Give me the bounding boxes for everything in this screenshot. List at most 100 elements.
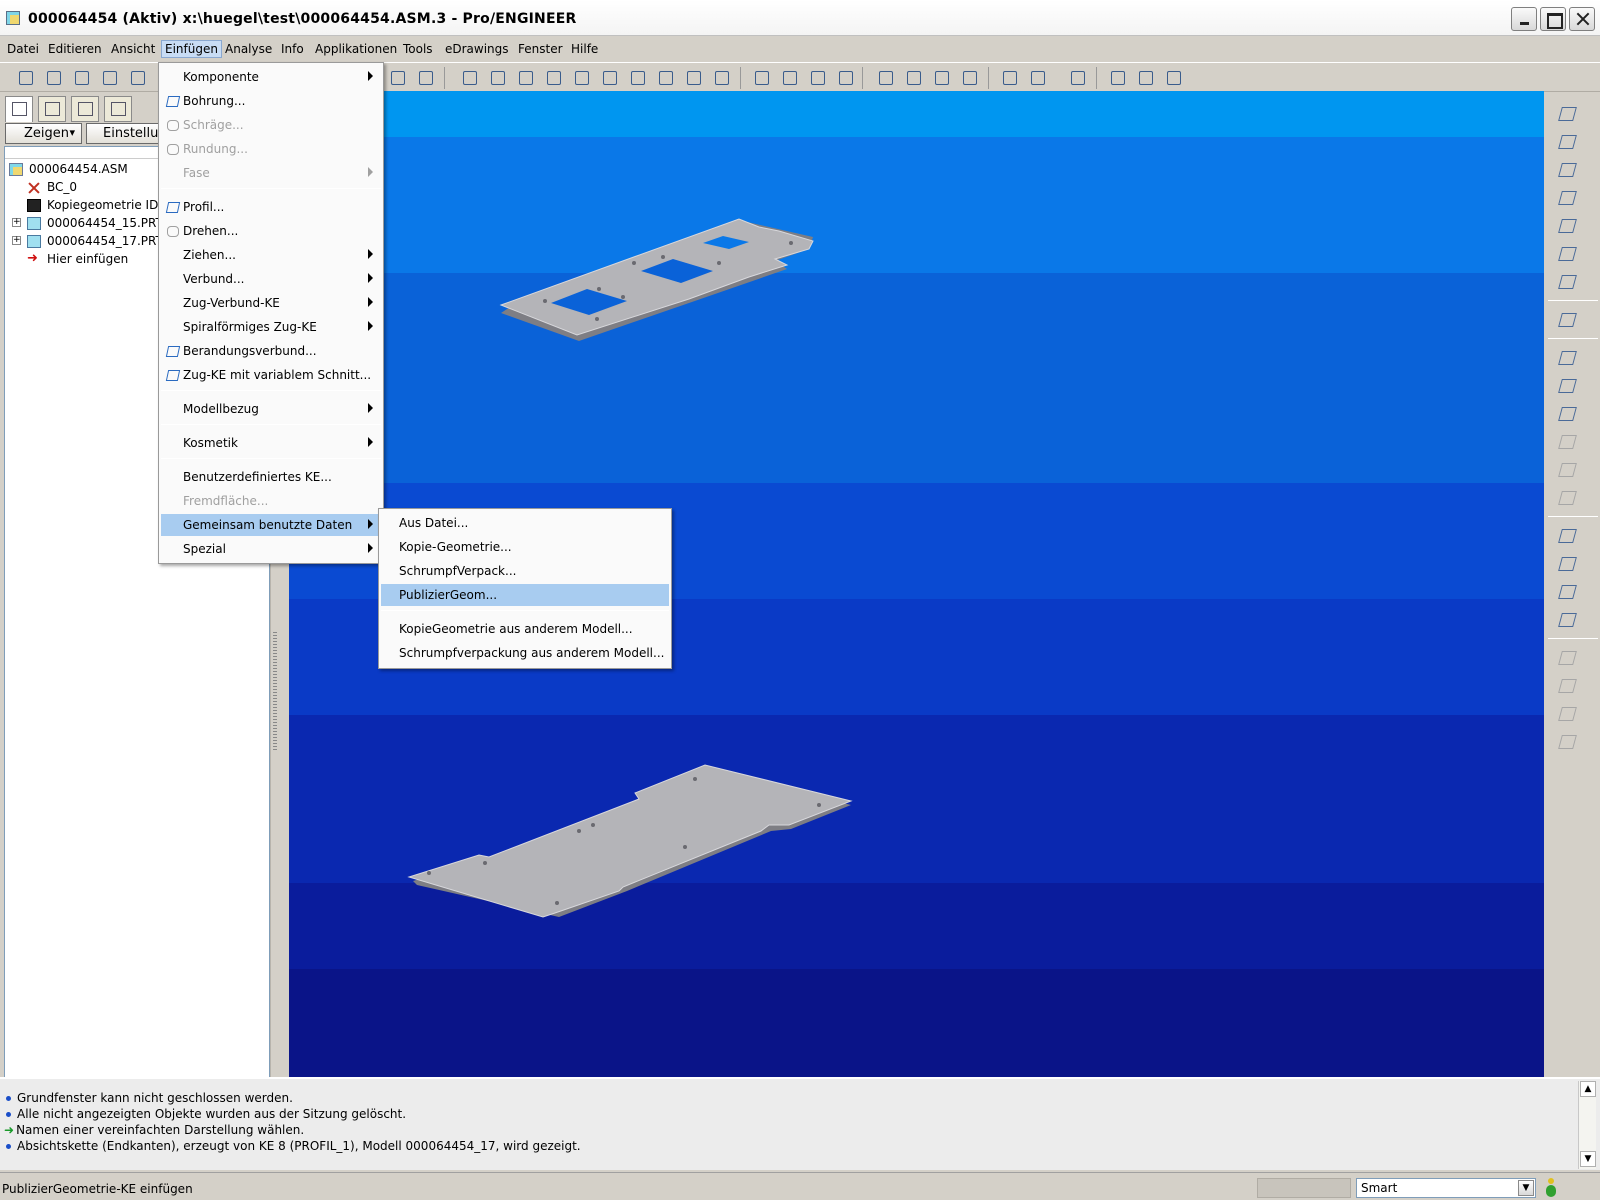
submenu-item-schrumpfverpackung-anderes-modell[interactable]: Schrumpfverpackung aus anderem Modell... (381, 642, 669, 664)
coordinate-system-tool-icon[interactable] (1558, 244, 1578, 264)
analysis-icon[interactable] (1164, 68, 1184, 88)
submenu-item-kopiegeometrie-anderes-modell[interactable]: KopieGeometrie aus anderem Modell... (381, 618, 669, 640)
datum-point-tool-icon[interactable] (1558, 216, 1578, 236)
submenu-item-aus-datei[interactable]: Aus Datei... (381, 512, 669, 534)
tab-model-tree[interactable] (5, 96, 33, 122)
menu-item-komponente[interactable]: Komponente (161, 66, 381, 88)
zoom-in-icon[interactable] (544, 68, 564, 88)
upper-plate-part[interactable] (499, 218, 814, 341)
splitter-grip[interactable] (273, 632, 277, 752)
menu-item-bohrung[interactable]: Bohrung... (161, 90, 381, 112)
submenu-item-kopie-geometrie[interactable]: Kopie-Geometrie... (381, 536, 669, 558)
context-help-icon[interactable] (1068, 68, 1088, 88)
menu-tools[interactable]: Tools (400, 41, 436, 59)
message-scrollbar[interactable]: ▲ ▼ (1578, 1081, 1596, 1169)
menu-ansicht[interactable]: Ansicht (108, 41, 158, 59)
print-icon[interactable] (100, 68, 120, 88)
sketch-tool-icon[interactable] (1558, 104, 1578, 124)
expand-toggle[interactable]: + (12, 236, 21, 245)
chamfer-tool-icon[interactable] (1558, 488, 1578, 508)
datum-plane-tool-icon[interactable] (1558, 132, 1578, 152)
submenu-item-publiziergeom[interactable]: PublizierGeom... (381, 584, 669, 606)
minimize-button[interactable] (1511, 7, 1537, 31)
curve-icon[interactable] (1136, 68, 1156, 88)
sketch-icon[interactable] (1108, 68, 1128, 88)
show-button[interactable]: Zeigen (5, 123, 82, 144)
chevron-down-icon[interactable]: ▼ (1518, 1180, 1534, 1196)
orient-mode-icon[interactable] (516, 68, 536, 88)
menu-item-fase[interactable]: Fase (161, 162, 381, 184)
menu-item-modellbezug[interactable]: Modellbezug (161, 398, 381, 420)
hidden-line-icon[interactable] (780, 68, 800, 88)
menu-item-fremdflaeche[interactable]: Fremdfläche... (161, 490, 381, 512)
find-icon[interactable] (416, 68, 436, 88)
revolve-tool-icon[interactable] (1558, 554, 1578, 574)
draft-tool-icon[interactable] (1558, 432, 1578, 452)
menu-applikationen[interactable]: Applikationen (312, 41, 400, 59)
tab-favorites[interactable] (71, 96, 99, 122)
zoom-out-icon[interactable] (572, 68, 592, 88)
selection-filter-select[interactable]: Smart ▼ (1356, 1178, 1536, 1198)
menu-editieren[interactable]: Editieren (45, 41, 105, 59)
datum-axes-icon[interactable] (904, 68, 924, 88)
scroll-down-icon[interactable]: ▼ (1580, 1151, 1596, 1167)
view-manager-icon[interactable] (712, 68, 732, 88)
tab-connections[interactable] (104, 96, 132, 122)
repaint-icon[interactable] (460, 68, 480, 88)
menu-item-berandungsverbund[interactable]: Berandungsverbund... (161, 340, 381, 362)
wireframe-icon[interactable] (752, 68, 772, 88)
regeneration-status-icon[interactable] (1545, 1178, 1557, 1198)
menu-item-zug-verbund-ke[interactable]: Zug-Verbund-KE (161, 292, 381, 314)
email-icon[interactable] (128, 68, 148, 88)
menu-item-zug-ke-variabler-schnitt[interactable]: Zug-KE mit variablem Schnitt... (161, 364, 381, 386)
create-component-icon[interactable] (1558, 376, 1578, 396)
datum-points-icon[interactable] (932, 68, 952, 88)
menu-item-spezial[interactable]: Spezial (161, 538, 381, 560)
datum-axis-tool-icon[interactable] (1558, 160, 1578, 180)
note-tool-icon[interactable] (1558, 310, 1578, 330)
datum-planes-icon[interactable] (876, 68, 896, 88)
menu-item-gemeinsam-benutzte-daten[interactable]: Gemeinsam benutzte Daten (161, 514, 381, 536)
menu-datei[interactable]: Datei (4, 41, 42, 59)
submenu-item-schrumpfverpack[interactable]: SchrumpfVerpack... (381, 560, 669, 582)
open-file-icon[interactable] (44, 68, 64, 88)
menu-item-kosmetik[interactable]: Kosmetik (161, 432, 381, 454)
boundary-blend-icon[interactable] (1558, 610, 1578, 630)
menu-analyse[interactable]: Analyse (222, 41, 275, 59)
regenerate-icon[interactable] (388, 68, 408, 88)
menu-item-benutzerdefiniertes-ke[interactable]: Benutzerdefiniertes KE... (161, 466, 381, 488)
tab-folder-browser[interactable] (38, 96, 66, 122)
scroll-up-icon[interactable]: ▲ (1580, 1081, 1596, 1097)
pattern-tool-icon[interactable] (1558, 732, 1578, 752)
menu-item-verbund[interactable]: Verbund... (161, 268, 381, 290)
saved-views-icon[interactable] (656, 68, 676, 88)
reorient-icon[interactable] (628, 68, 648, 88)
hole-tool-icon[interactable] (1558, 404, 1578, 424)
menu-item-profil[interactable]: Profil... (161, 196, 381, 218)
menu-hilfe[interactable]: Hilfe (568, 41, 601, 59)
datum-curve-tool-icon[interactable] (1558, 188, 1578, 208)
extrude-tool-icon[interactable] (1558, 526, 1578, 546)
assemble-component-icon[interactable] (1558, 348, 1578, 368)
menu-item-drehen[interactable]: Drehen... (161, 220, 381, 242)
save-icon[interactable] (72, 68, 92, 88)
spin-center-icon[interactable] (488, 68, 508, 88)
menu-fenster[interactable]: Fenster (515, 41, 566, 59)
menu-info[interactable]: Info (278, 41, 307, 59)
no-hidden-icon[interactable] (808, 68, 828, 88)
mirror-tool-icon[interactable] (1558, 648, 1578, 668)
menu-item-ziehen[interactable]: Ziehen... (161, 244, 381, 266)
new-file-icon[interactable] (16, 68, 36, 88)
analysis-feature-icon[interactable] (1558, 272, 1578, 292)
round-tool-icon[interactable] (1558, 460, 1578, 480)
window-close-icon[interactable] (1028, 68, 1048, 88)
shading-icon[interactable] (836, 68, 856, 88)
menu-item-schraege[interactable]: Schräge... (161, 114, 381, 136)
trim-tool-icon[interactable] (1558, 704, 1578, 724)
maximize-button[interactable] (1540, 7, 1566, 31)
refit-icon[interactable] (600, 68, 620, 88)
layers-icon[interactable] (684, 68, 704, 88)
window-activate-icon[interactable] (1000, 68, 1020, 88)
coordinate-systems-icon[interactable] (960, 68, 980, 88)
menu-item-spiralfoermiges-zug-ke[interactable]: Spiralförmiges Zug-KE (161, 316, 381, 338)
